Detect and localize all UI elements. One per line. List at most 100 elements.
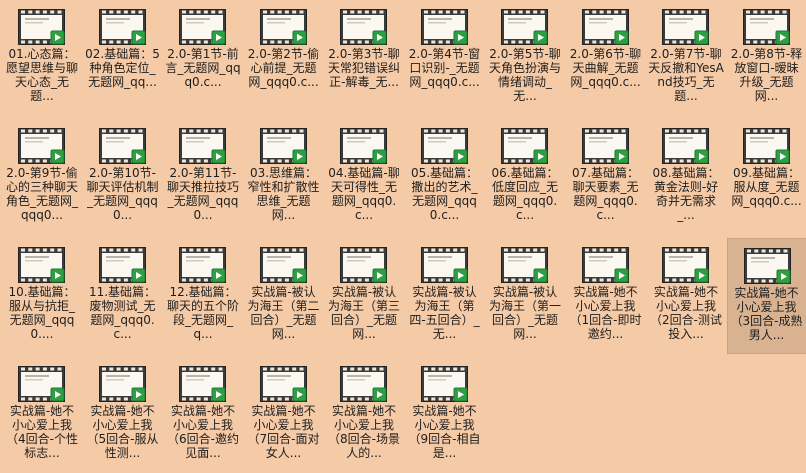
file-name: 实战篇-她不小心爱上我（5回合-服从性测...	[85, 404, 161, 460]
file-name: 04.基础篇-聊天可得性_无题网_qqq0.c...	[326, 166, 402, 222]
file-item[interactable]: 01.心态篇：愿望思维与聊天心态_无题...	[2, 0, 82, 116]
file-item[interactable]: 2.0-第5节-聊天角色扮演与情绪调动_无...	[485, 0, 565, 116]
video-file-icon	[743, 9, 791, 45]
file-name: 12.基础篇：聊天的五个阶段_无题网_q...	[165, 285, 241, 341]
file-item[interactable]: 06.基础篇：低度回应_无题网_qqq0.c...	[485, 119, 565, 235]
file-name: 实战篇-她不小心爱上我（8回合-场景人的...	[326, 404, 402, 460]
file-item[interactable]: 2.0-第6节-聊天曲解_无题网_qqq0.c...	[566, 0, 646, 116]
video-file-icon	[501, 247, 549, 283]
file-name: 实战篇-被认为海王（第三回合）_无题网...	[326, 285, 402, 341]
file-name: 实战篇-被认为海王（第二回合）_无题网...	[246, 285, 322, 341]
file-item[interactable]: 实战篇-被认为海王（第四-五回合）_无...	[405, 238, 485, 354]
file-name: 2.0-第4节-窗口识别-_无题网_qqq0.c...	[407, 47, 483, 103]
file-item[interactable]: 07.基础篇：聊天要素_无题网_qqq0.c...	[566, 119, 646, 235]
file-name: 10.基础篇：服从与抗拒_无题网_qqq0....	[4, 285, 80, 341]
file-name: 2.0-第6节-聊天曲解_无题网_qqq0.c...	[568, 47, 644, 103]
file-item[interactable]: 2.0-第10节-聊天评估机制_无题网_qqq0...	[83, 119, 163, 235]
file-name: 2.0-第2节-偷心前提_无题网_qqq0.c...	[246, 47, 322, 103]
video-file-icon	[744, 248, 792, 284]
file-name: 实战篇-她不小心爱上我（9回合-相自是...	[407, 404, 483, 460]
video-file-icon	[501, 128, 549, 164]
file-name: 2.0-第8节-释放窗口-暧昧升级_无题网...	[729, 47, 805, 103]
file-item[interactable]: 实战篇-她不小心爱上我（1回合-即时邀约...	[566, 238, 646, 354]
file-name: 2.0-第7节-聊天反撤和YesAnd技巧_无题...	[648, 47, 724, 103]
file-item[interactable]: 2.0-第11节-聊天推拉技巧_无题网_qqq0...	[163, 119, 243, 235]
video-file-icon	[501, 9, 549, 45]
video-file-icon	[99, 247, 147, 283]
video-file-icon	[260, 366, 308, 402]
video-file-icon	[582, 9, 630, 45]
video-file-icon	[662, 247, 710, 283]
file-name: 2.0-第5节-聊天角色扮演与情绪调动_无...	[487, 47, 563, 103]
file-item[interactable]: 2.0-第2节-偷心前提_无题网_qqq0.c...	[244, 0, 324, 116]
video-file-icon	[582, 128, 630, 164]
file-name: 2.0-第9节-偷心的三种聊天角色_无题网_qqq0...	[4, 166, 80, 222]
file-name: 03.思维篇：窄性和扩散性思维_无题网...	[246, 166, 322, 222]
file-item[interactable]: 2.0-第1节-前言_无题网_qqq0.c...	[163, 0, 243, 116]
file-item[interactable]: 2.0-第3节-聊天常犯错误纠正-解毒_无...	[324, 0, 404, 116]
file-item[interactable]: 05.基础篇：撒出的艺术_无题网_qqq0.c...	[405, 119, 485, 235]
file-item[interactable]: 实战篇-被认为海王（第三回合）_无题网...	[324, 238, 404, 354]
file-name: 2.0-第3节-聊天常犯错误纠正-解毒_无...	[326, 47, 402, 103]
video-file-icon	[18, 247, 66, 283]
file-item[interactable]: 2.0-第8节-释放窗口-暧昧升级_无题网...	[727, 0, 806, 116]
video-file-icon	[179, 247, 227, 283]
file-item[interactable]: 03.思维篇：窄性和扩散性思维_无题网...	[244, 119, 324, 235]
file-item[interactable]: 02.基础篇：5种角色定位_无题网_qq...	[83, 0, 163, 116]
video-file-icon	[99, 9, 147, 45]
file-name: 01.心态篇：愿望思维与聊天心态_无题...	[4, 47, 80, 103]
file-name: 实战篇-她不小心爱上我（4回合-个性标志...	[4, 404, 80, 460]
video-file-icon	[179, 9, 227, 45]
file-item[interactable]: 实战篇-她不小心爱上我（7回合-面对女人...	[244, 357, 324, 473]
video-file-icon	[18, 366, 66, 402]
file-name: 实战篇-被认为海王（第一回合）_无题网...	[487, 285, 563, 341]
file-item[interactable]: 09.基础篇：服从度_无题网_qqq0.c...	[727, 119, 806, 235]
video-file-icon	[340, 128, 388, 164]
file-item[interactable]: 实战篇-她不小心爱上我（8回合-场景人的...	[324, 357, 404, 473]
file-item[interactable]: 实战篇-她不小心爱上我（4回合-个性标志...	[2, 357, 82, 473]
file-name: 07.基础篇：聊天要素_无题网_qqq0.c...	[568, 166, 644, 222]
file-item[interactable]: 实战篇-她不小心爱上我（5回合-服从性测...	[83, 357, 163, 473]
file-item[interactable]: 实战篇-她不小心爱上我（3回合-成熟男人...	[727, 238, 806, 354]
video-file-icon	[340, 366, 388, 402]
video-file-icon	[582, 247, 630, 283]
file-name: 09.基础篇：服从度_无题网_qqq0.c...	[729, 166, 805, 222]
video-file-icon	[743, 128, 791, 164]
file-item[interactable]: 12.基础篇：聊天的五个阶段_无题网_q...	[163, 238, 243, 354]
file-name: 02.基础篇：5种角色定位_无题网_qq...	[85, 47, 161, 103]
video-file-icon	[421, 128, 469, 164]
file-item[interactable]: 2.0-第9节-偷心的三种聊天角色_无题网_qqq0...	[2, 119, 82, 235]
video-file-icon	[260, 9, 308, 45]
file-item[interactable]: 实战篇-她不小心爱上我（6回合-邀约见面...	[163, 357, 243, 473]
file-name: 实战篇-她不小心爱上我（7回合-面对女人...	[246, 404, 322, 460]
file-name: 05.基础篇：撒出的艺术_无题网_qqq0.c...	[407, 166, 483, 222]
file-item[interactable]: 实战篇-被认为海王（第二回合）_无题网...	[244, 238, 324, 354]
file-name: 08.基础篇：黄金法则-好奇并无需求_...	[648, 166, 724, 222]
file-grid: 01.心态篇：愿望思维与聊天心态_无题... 02.基础篇：5种角色定位_无题网…	[0, 0, 806, 470]
video-file-icon	[421, 9, 469, 45]
file-name: 06.基础篇：低度回应_无题网_qqq0.c...	[487, 166, 563, 222]
file-item[interactable]: 08.基础篇：黄金法则-好奇并无需求_...	[646, 119, 726, 235]
video-file-icon	[18, 128, 66, 164]
file-name: 11.基础篇：废物测试_无题网_qqq0.c...	[85, 285, 161, 341]
file-name: 2.0-第11节-聊天推拉技巧_无题网_qqq0...	[165, 166, 241, 222]
file-item[interactable]: 11.基础篇：废物测试_无题网_qqq0.c...	[83, 238, 163, 354]
file-name: 实战篇-她不小心爱上我（2回合-测试投入...	[648, 285, 724, 341]
file-name: 实战篇-她不小心爱上我（3回合-成熟男人...	[730, 286, 804, 342]
video-file-icon	[662, 128, 710, 164]
file-item[interactable]: 04.基础篇-聊天可得性_无题网_qqq0.c...	[324, 119, 404, 235]
file-item[interactable]: 2.0-第7节-聊天反撤和YesAnd技巧_无题...	[646, 0, 726, 116]
file-item[interactable]: 实战篇-她不小心爱上我（9回合-相自是...	[405, 357, 485, 473]
file-item[interactable]: 2.0-第4节-窗口识别-_无题网_qqq0.c...	[405, 0, 485, 116]
video-file-icon	[99, 128, 147, 164]
video-file-icon	[99, 366, 147, 402]
file-item[interactable]: 实战篇-她不小心爱上我（2回合-测试投入...	[646, 238, 726, 354]
video-file-icon	[179, 366, 227, 402]
video-file-icon	[421, 247, 469, 283]
video-file-icon	[18, 9, 66, 45]
video-file-icon	[340, 9, 388, 45]
file-item[interactable]: 10.基础篇：服从与抗拒_无题网_qqq0....	[2, 238, 82, 354]
file-item[interactable]: 实战篇-被认为海王（第一回合）_无题网...	[485, 238, 565, 354]
video-file-icon	[340, 247, 388, 283]
file-name: 实战篇-她不小心爱上我（1回合-即时邀约...	[568, 285, 644, 341]
